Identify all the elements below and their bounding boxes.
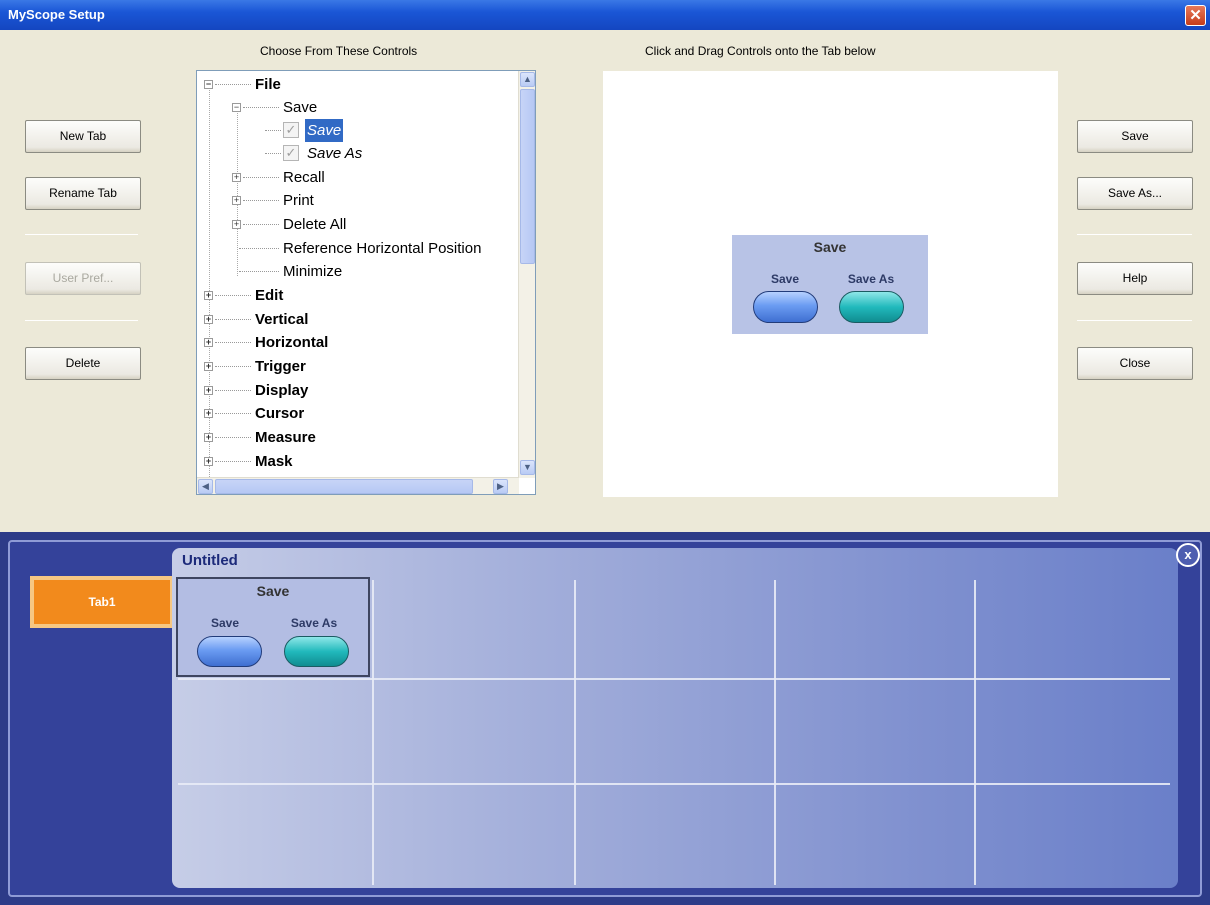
expand-icon[interactable]: + bbox=[204, 409, 213, 418]
tree-node-file[interactable]: − File bbox=[197, 73, 517, 96]
delete-button[interactable]: Delete bbox=[25, 347, 141, 380]
help-button[interactable]: Help bbox=[1077, 262, 1193, 295]
tree-node-measure[interactable]: + Measure bbox=[197, 426, 517, 449]
scroll-down-icon[interactable]: ▼ bbox=[520, 460, 535, 475]
tree-node-delete-all[interactable]: + Delete All bbox=[197, 213, 517, 236]
right-separator-2 bbox=[1077, 320, 1192, 321]
tree-node-ref-horizontal[interactable]: Reference Horizontal Position bbox=[197, 237, 517, 260]
placed-save-as-label: Save As bbox=[290, 616, 338, 630]
tree-horizontal-scrollbar[interactable]: ◀ ▶ bbox=[197, 477, 519, 494]
placed-group-title: Save bbox=[256, 583, 290, 599]
tree-node-save-as-item[interactable]: ✓ Save As bbox=[197, 142, 517, 165]
control-preview-area[interactable]: Save Save Save As bbox=[603, 71, 1058, 497]
tree-node-mask[interactable]: + Mask bbox=[197, 450, 517, 473]
expand-icon[interactable]: + bbox=[232, 220, 241, 229]
horizontal-scroll-thumb[interactable] bbox=[215, 479, 473, 494]
grid-line bbox=[774, 580, 776, 885]
expand-icon[interactable]: + bbox=[204, 433, 213, 442]
preview-group-title: Save bbox=[813, 239, 847, 255]
tab1-label: Tab1 bbox=[34, 580, 170, 624]
expand-icon[interactable]: + bbox=[232, 173, 241, 182]
vertical-scroll-thumb[interactable] bbox=[520, 89, 535, 264]
grid-line bbox=[178, 678, 1170, 680]
tab-tab1[interactable]: Tab1 bbox=[30, 576, 174, 628]
window-close-icon[interactable]: ✕ bbox=[1185, 5, 1206, 26]
close-button[interactable]: Close bbox=[1077, 347, 1193, 380]
grid-line bbox=[574, 580, 576, 885]
tree-node-horizontal[interactable]: + Horizontal bbox=[197, 331, 517, 354]
tab-title: Untitled bbox=[182, 552, 238, 569]
expand-icon[interactable]: + bbox=[204, 457, 213, 466]
expand-icon[interactable]: + bbox=[204, 315, 213, 324]
setup-dialog: Choose From These Controls Click and Dra… bbox=[0, 30, 1210, 532]
tree-node-cursor[interactable]: + Cursor bbox=[197, 402, 517, 425]
expand-icon[interactable]: + bbox=[204, 362, 213, 371]
placed-save-label: Save bbox=[210, 616, 240, 630]
preview-save-as-pill-button[interactable] bbox=[839, 291, 904, 323]
right-separator-1 bbox=[1077, 234, 1192, 235]
left-separator-2 bbox=[25, 320, 138, 321]
tree-node-minimize[interactable]: Minimize bbox=[197, 260, 517, 283]
placed-save-group[interactable]: Save Save Save As bbox=[176, 577, 370, 677]
preview-save-group[interactable]: Save Save Save As bbox=[732, 235, 928, 334]
rename-tab-button[interactable]: Rename Tab bbox=[25, 177, 141, 210]
scroll-up-icon[interactable]: ▲ bbox=[520, 72, 535, 87]
window-title: MyScope Setup bbox=[8, 7, 105, 22]
user-pref-button[interactable]: User Pref... bbox=[25, 262, 141, 295]
grid-line bbox=[178, 783, 1170, 785]
tree-node-edit[interactable]: + Edit bbox=[197, 284, 517, 307]
preview-save-label: Save bbox=[770, 272, 800, 286]
tree-node-recall[interactable]: + Recall bbox=[197, 166, 517, 189]
expand-icon[interactable]: + bbox=[204, 386, 213, 395]
scroll-left-icon[interactable]: ◀ bbox=[198, 479, 213, 494]
drag-heading: Click and Drag Controls onto the Tab bel… bbox=[645, 44, 876, 58]
collapse-icon[interactable]: − bbox=[204, 80, 213, 89]
expand-icon[interactable]: + bbox=[204, 338, 213, 347]
preview-save-pill-button[interactable] bbox=[753, 291, 818, 323]
expand-icon[interactable]: + bbox=[232, 196, 241, 205]
grid-line bbox=[974, 580, 976, 885]
tree-node-trigger[interactable]: + Trigger bbox=[197, 355, 517, 378]
placed-save-pill-button[interactable] bbox=[197, 636, 262, 667]
tree-node-save-item[interactable]: ✓ Save bbox=[197, 119, 517, 142]
preview-save-as-label: Save As bbox=[847, 272, 895, 286]
left-separator-1 bbox=[25, 234, 138, 235]
tree-node-save-group[interactable]: − Save bbox=[197, 96, 517, 119]
controls-tree[interactable]: − File − Save ✓ Save ✓ Save As + Recall … bbox=[196, 70, 536, 495]
tree-node-vertical[interactable]: + Vertical bbox=[197, 308, 517, 331]
tree-vertical-scrollbar[interactable]: ▲ ▼ bbox=[518, 71, 535, 478]
checkmark-icon[interactable]: ✓ bbox=[283, 122, 299, 138]
collapse-icon[interactable]: − bbox=[232, 103, 241, 112]
save-button[interactable]: Save bbox=[1077, 120, 1193, 153]
tree-node-display[interactable]: + Display bbox=[197, 379, 517, 402]
scroll-right-icon[interactable]: ▶ bbox=[493, 479, 508, 494]
expand-icon[interactable]: + bbox=[204, 291, 213, 300]
window-titlebar[interactable]: MyScope Setup ✕ bbox=[0, 0, 1210, 30]
grid-line bbox=[372, 580, 374, 885]
save-as-button[interactable]: Save As... bbox=[1077, 177, 1193, 210]
tab-close-icon[interactable]: x bbox=[1176, 543, 1200, 567]
checkmark-icon[interactable]: ✓ bbox=[283, 145, 299, 161]
tree-node-print[interactable]: + Print bbox=[197, 189, 517, 212]
placed-save-as-pill-button[interactable] bbox=[284, 636, 349, 667]
controls-heading: Choose From These Controls bbox=[260, 44, 418, 58]
new-tab-button[interactable]: New Tab bbox=[25, 120, 141, 153]
